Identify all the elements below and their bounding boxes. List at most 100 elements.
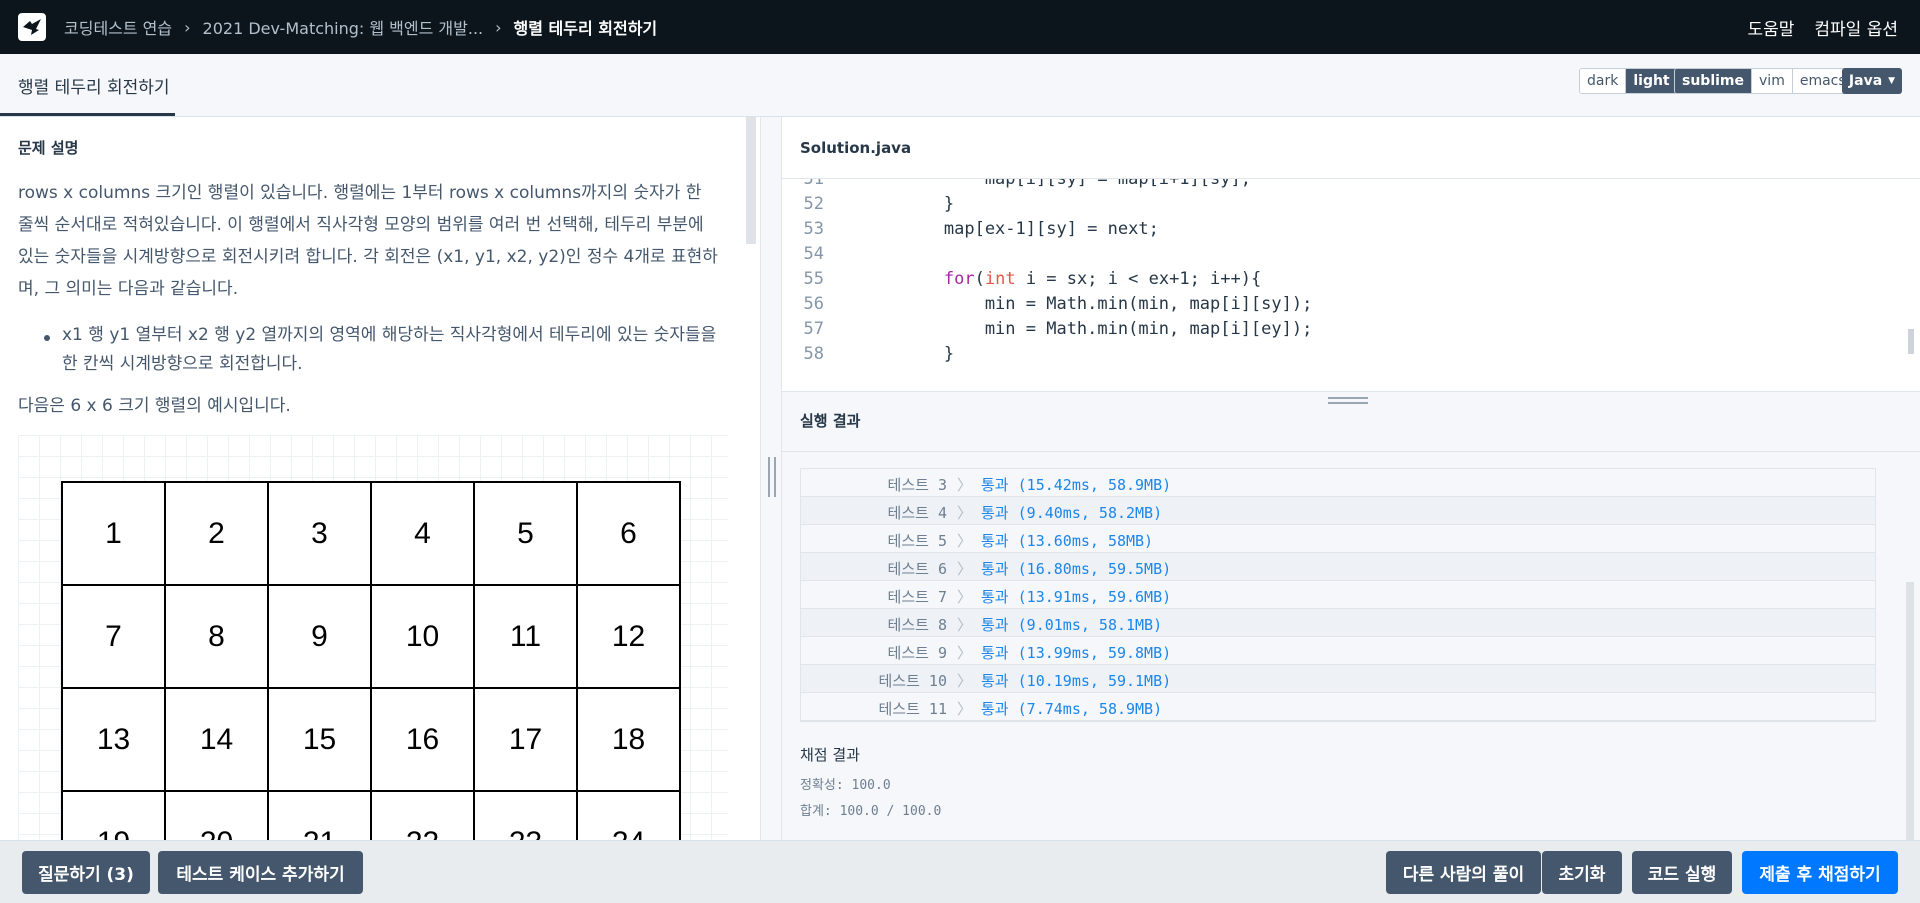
other-solutions-button[interactable]: 다른 사람의 풀이 xyxy=(1386,851,1541,894)
code-text: for(int i = sx; i < ex+1; i++){ xyxy=(862,269,1261,289)
line-number: 55 xyxy=(803,269,824,289)
line-number: 53 xyxy=(803,219,824,239)
matrix-cell: 10 xyxy=(372,586,475,689)
problem-example-intro: 다음은 6 x 6 크기 행렬의 예시입니다. xyxy=(18,396,291,416)
language-select[interactable]: Java ▼ xyxy=(1842,68,1902,94)
theme-dark-button[interactable]: dark xyxy=(1580,69,1627,93)
test-name: 테스트 9 xyxy=(887,644,947,662)
line-number: 51 xyxy=(803,179,824,189)
footer-bar: 질문하기 (3) 테스트 케이스 추가하기 다른 사람의 풀이 초기화 코드 실… xyxy=(0,840,1920,903)
caret-down-icon: ▼ xyxy=(1888,76,1896,86)
submit-button[interactable]: 제출 후 채점하기 xyxy=(1742,851,1898,894)
code-line: 58 } xyxy=(782,344,1882,369)
matrix-cell: 5 xyxy=(475,483,578,586)
chevron-right-icon: 〉 xyxy=(957,672,973,690)
editor-scrollbar[interactable] xyxy=(1908,329,1914,354)
matrix-cell: 19 xyxy=(63,792,166,840)
chevron-right-icon: 〉 xyxy=(957,588,973,606)
help-link[interactable]: 도움말 xyxy=(1747,15,1794,40)
editor-result-divider[interactable] xyxy=(782,391,1920,409)
matrix-cell: 24 xyxy=(578,792,681,840)
problem-bullet: x1 행 y1 열부터 x2 행 y2 열까지의 영역에 해당하는 직사각형에서… xyxy=(62,325,717,374)
test-result-row: 테스트 11 〉 통과 (7.74ms, 58.9MB) xyxy=(801,693,1875,721)
code-line: 57 min = Math.min(min, map[i][ey]); xyxy=(782,319,1882,344)
code-text: } xyxy=(862,344,955,364)
test-result-value: 통과 (13.99ms, 59.8MB) xyxy=(981,644,1172,662)
chevron-right-icon: › xyxy=(495,17,502,37)
test-result-value: 통과 (9.01ms, 58.1MB) xyxy=(981,616,1163,634)
test-name: 테스트 3 xyxy=(887,476,947,494)
problem-title: 문제 설명 xyxy=(18,139,79,157)
chevron-right-icon: › xyxy=(184,17,191,37)
test-result-row: 테스트 4 〉 통과 (9.40ms, 58.2MB) xyxy=(801,497,1875,525)
theme-light-button[interactable]: light xyxy=(1626,69,1677,93)
question-button[interactable]: 질문하기 (3) xyxy=(22,851,150,894)
run-code-button[interactable]: 코드 실행 xyxy=(1632,851,1732,894)
test-result-value: 통과 (13.91ms, 59.6MB) xyxy=(981,588,1172,606)
compile-options-link[interactable]: 컴파일 옵션 xyxy=(1814,15,1898,40)
editor-filename: Solution.java xyxy=(800,139,912,157)
matrix-cell: 2 xyxy=(166,483,269,586)
breadcrumb-coding-test[interactable]: 코딩테스트 연습 xyxy=(64,15,172,39)
test-result-list: 테스트 3 〉 통과 (15.42ms, 58.9MB) 테스트 4 〉 통과 (9.40… xyxy=(800,468,1876,722)
splitter-grip-icon[interactable] xyxy=(768,457,776,497)
code-type: int xyxy=(984,269,1016,289)
editor-header: Solution.java xyxy=(782,117,1920,179)
matrix-cell: 8 xyxy=(166,586,269,689)
test-name: 테스트 11 xyxy=(878,700,948,718)
chevron-right-icon: 〉 xyxy=(957,700,973,718)
score-total: 합계: 100.0 / 100.0 xyxy=(800,804,942,819)
matrix-cell: 16 xyxy=(372,689,475,792)
problem-panel: 문제 설명 rows x columns 크기인 행렬이 있습니다. 행렬에는 … xyxy=(0,117,760,840)
test-result-row: 테스트 8 〉 통과 (9.01ms, 58.1MB) xyxy=(801,609,1875,637)
test-result-value: 통과 (10.19ms, 59.1MB) xyxy=(981,672,1172,690)
test-result-row: 테스트 3 〉 통과 (15.42ms, 58.9MB) xyxy=(801,469,1875,497)
tab-underline xyxy=(0,113,175,116)
test-result-value: 통과 (15.42ms, 58.9MB) xyxy=(981,476,1172,494)
chevron-right-icon: 〉 xyxy=(957,504,973,522)
problem-description: rows x columns 크기인 행렬이 있습니다. 행렬에는 1부터 ro… xyxy=(18,183,718,299)
code-text: min = Math.min(min, map[i][ey]); xyxy=(862,319,1313,339)
programmers-logo-icon[interactable] xyxy=(18,13,46,41)
matrix-cell: 17 xyxy=(475,689,578,792)
matrix-cell: 3 xyxy=(269,483,372,586)
code-editor[interactable]: 51 map[i][sy] = map[i+1][sy]; 52 } 53 map[… xyxy=(782,179,1920,391)
result-body: 테스트 3 〉 통과 (15.42ms, 58.9MB) 테스트 4 〉 통과 (9.40… xyxy=(782,452,1920,840)
code-text: } xyxy=(862,194,955,214)
result-scrollbar[interactable] xyxy=(1906,582,1914,840)
chevron-right-icon: 〉 xyxy=(957,616,973,634)
code-line: 53 map[ex-1][sy] = next; xyxy=(782,219,1882,244)
code-text: min = Math.min(min, map[i][sy]); xyxy=(862,294,1313,314)
matrix-cell: 6 xyxy=(578,483,681,586)
tab-problem[interactable]: 행렬 테두리 회전하기 xyxy=(18,54,170,117)
theme-toggle: dark light xyxy=(1579,68,1678,94)
test-name: 테스트 7 xyxy=(887,588,947,606)
code-line: 54 xyxy=(782,244,1882,269)
breadcrumb-dev-matching[interactable]: 2021 Dev-Matching: 웹 백엔드 개발... xyxy=(203,15,484,39)
matrix-cell: 9 xyxy=(269,586,372,689)
chevron-right-icon: 〉 xyxy=(957,476,973,494)
test-result-value: 통과 (9.40ms, 58.2MB) xyxy=(981,504,1163,522)
code-punct: ( xyxy=(974,269,985,289)
divider-grip-icon[interactable] xyxy=(1328,397,1368,404)
reset-button[interactable]: 초기화 xyxy=(1542,851,1622,894)
bullet-icon xyxy=(44,335,50,341)
line-number: 54 xyxy=(803,244,824,264)
add-test-case-button[interactable]: 테스트 케이스 추가하기 xyxy=(158,851,363,894)
breadcrumb-current: 행렬 테두리 회전하기 xyxy=(513,19,658,38)
matrix-cell: 22 xyxy=(372,792,475,840)
test-result-row: 테스트 6 〉 통과 (16.80ms, 59.5MB) xyxy=(801,553,1875,581)
test-result-row: 테스트 9 〉 통과 (13.99ms, 59.8MB) xyxy=(801,637,1875,665)
example-matrix: 123456789101112131415161718192021222324 xyxy=(61,481,681,840)
panel-splitter[interactable] xyxy=(760,117,782,840)
matrix-cell: 4 xyxy=(372,483,475,586)
test-result-row: 테스트 7 〉 통과 (13.91ms, 59.6MB) xyxy=(801,581,1875,609)
result-title: 실행 결과 xyxy=(800,412,861,430)
score-accuracy: 정확성: 100.0 xyxy=(800,778,891,793)
line-number: 56 xyxy=(803,294,824,314)
problem-scrollbar[interactable] xyxy=(746,117,756,244)
code-line: 52 } xyxy=(782,194,1882,219)
keymap-sublime-button[interactable]: sublime xyxy=(1675,69,1753,93)
code-text: map[i][sy] = map[i+1][sy]; xyxy=(862,179,1251,189)
keymap-vim-button[interactable]: vim xyxy=(1752,69,1793,93)
